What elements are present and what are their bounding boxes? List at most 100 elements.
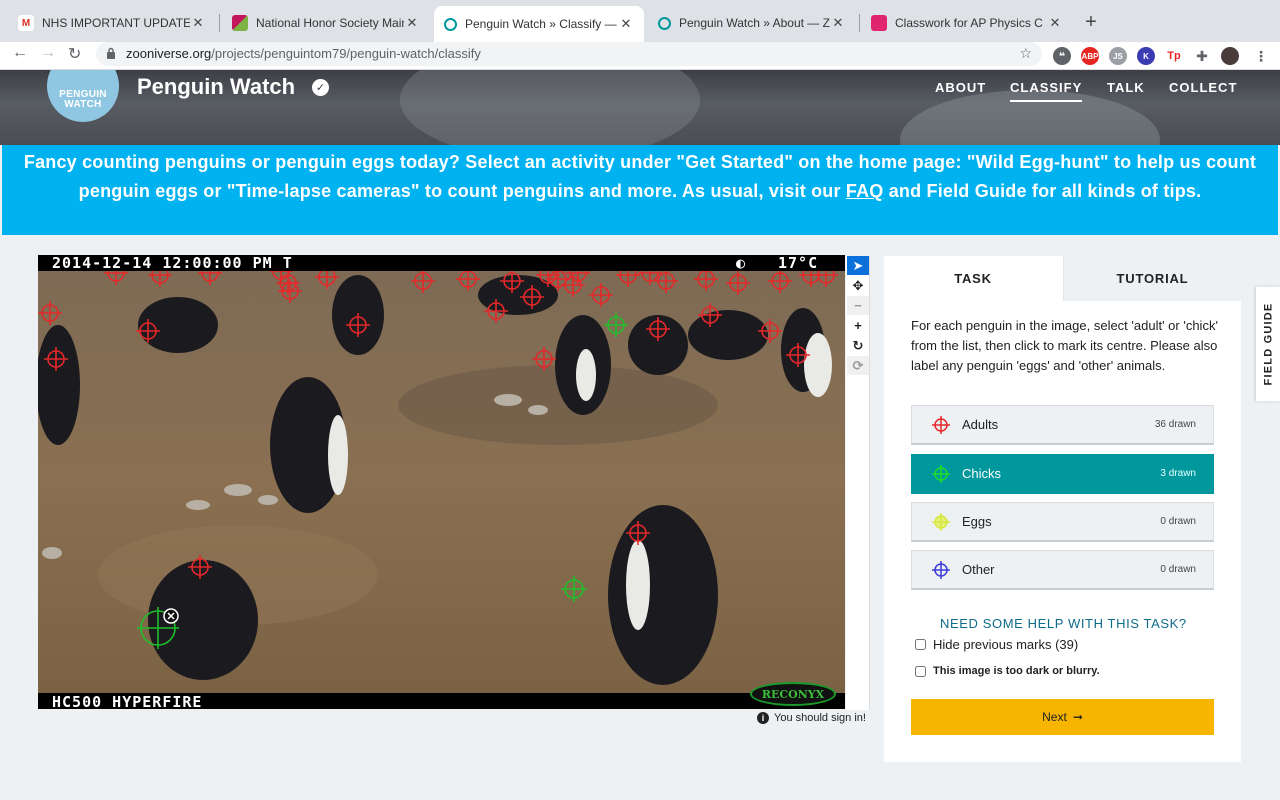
tab-divider <box>859 14 860 32</box>
quote-extension-icon[interactable]: ❝ <box>1053 47 1071 65</box>
subject-image-viewer[interactable]: 2014-12-14 12:00:00 PM T ◐ 17°C HC500 HY… <box>38 255 845 709</box>
new-tab-icon[interactable]: + <box>1080 11 1102 34</box>
adult-mark[interactable] <box>626 521 650 545</box>
adult-mark[interactable] <box>411 269 435 293</box>
adult-mark[interactable] <box>589 283 613 307</box>
chick-mark[interactable] <box>561 576 587 602</box>
classroom-icon <box>871 15 887 31</box>
next-button[interactable]: Next ➞ <box>911 699 1214 735</box>
chick-mark[interactable] <box>604 313 628 337</box>
tab-title: Penguin Watch » Classify — Zo <box>465 17 618 31</box>
k-extension-icon[interactable]: K <box>1137 47 1155 65</box>
project-logo[interactable]: PENGUIN WATCH <box>47 70 119 122</box>
adult-mark[interactable] <box>38 301 62 325</box>
project-title[interactable]: Penguin Watch <box>137 74 295 100</box>
adult-mark[interactable] <box>532 347 556 371</box>
tab-task[interactable]: TASK <box>884 256 1062 301</box>
back-icon[interactable]: ← <box>12 44 28 62</box>
js-extension-icon[interactable]: JS <box>1109 47 1127 65</box>
arrow-right-icon: ➞ <box>1072 710 1083 724</box>
adult-mark[interactable] <box>500 269 524 293</box>
tool-count: 36 drawn <box>1154 419 1196 430</box>
field-guide-tab[interactable]: FIELD GUIDE <box>1256 287 1280 401</box>
image-toolbar: ➤ ✥ − + ↻ ⟳ <box>846 256 870 710</box>
next-label: Next <box>1042 710 1067 724</box>
hide-marks-checkbox[interactable] <box>915 639 926 650</box>
adult-mark[interactable] <box>646 317 670 341</box>
too-dark-checkbox[interactable] <box>915 665 926 677</box>
browser-tab-penguin-classify[interactable]: Penguin Watch » Classify — Zo ✕ <box>434 6 644 42</box>
adult-mark[interactable] <box>561 273 585 297</box>
browser-tab-classwork-physics[interactable]: Classwork for AP Physics C Pe ✕ <box>861 8 1073 38</box>
tab-tutorial[interactable]: TUTORIAL <box>1063 256 1241 301</box>
adult-mark[interactable] <box>758 319 782 343</box>
browser-tab-penguin-about[interactable]: Penguin Watch » About — Zoo ✕ <box>648 8 856 38</box>
delete-mark-icon[interactable] <box>163 608 179 624</box>
tab-title: National Honor Society Maine I <box>256 16 404 30</box>
adult-mark[interactable] <box>698 303 722 327</box>
profile-avatar[interactable] <box>1221 47 1239 65</box>
bookmark-star-icon[interactable]: ☆ <box>1019 45 1032 62</box>
moon-phase-icon: ◐ <box>736 255 747 272</box>
tool-label: Chicks <box>962 466 1002 481</box>
zoom-in-icon[interactable]: + <box>847 316 869 335</box>
adult-mark[interactable] <box>726 271 750 295</box>
tool-eggs-button[interactable]: Eggs 0 drawn <box>911 502 1214 542</box>
adult-mark[interactable] <box>188 555 212 579</box>
tool-chicks-button[interactable]: Chicks 3 drawn <box>911 454 1214 494</box>
forward-icon[interactable]: → <box>40 44 56 62</box>
tool-count: 0 drawn <box>1160 564 1196 575</box>
close-tab-icon[interactable]: ✕ <box>830 15 846 31</box>
reset-view-icon[interactable]: ⟳ <box>847 356 869 375</box>
nav-classify[interactable]: CLASSIFY <box>1010 80 1083 102</box>
hide-marks-option[interactable]: Hide previous marks (39) <box>915 637 1078 652</box>
nav-about[interactable]: ABOUT <box>935 80 986 95</box>
adult-mark[interactable] <box>346 313 370 337</box>
close-tab-icon[interactable]: ✕ <box>618 16 634 32</box>
zoom-out-icon[interactable]: − <box>847 296 869 315</box>
close-tab-icon[interactable]: ✕ <box>1047 15 1063 31</box>
classification-marks-layer[interactable] <box>38 255 845 709</box>
adult-mark[interactable] <box>520 285 544 309</box>
verified-check-icon: ✓ <box>312 79 329 96</box>
adult-mark[interactable] <box>786 343 810 367</box>
lock-icon <box>107 47 115 59</box>
tool-label: Adults <box>962 417 999 432</box>
tool-other-button[interactable]: Other 0 drawn <box>911 550 1214 590</box>
nhs-icon <box>232 15 248 31</box>
adult-mark[interactable] <box>136 319 160 343</box>
sign-in-notice[interactable]: i You should sign in! <box>757 712 866 724</box>
reload-icon[interactable]: ↻ <box>68 44 81 64</box>
crosshair-icon <box>932 415 950 434</box>
adblock-extension-icon[interactable]: ABP <box>1081 47 1099 65</box>
tp-extension-icon[interactable]: Tp <box>1165 47 1183 65</box>
menu-kebab-icon[interactable]: ⋮ <box>1252 47 1270 65</box>
too-dark-option[interactable]: This image is too dark or blurry. <box>915 665 1100 677</box>
hide-marks-label: Hide previous marks (39) <box>933 637 1079 652</box>
adult-mark[interactable] <box>44 347 68 371</box>
too-dark-label: This image is too dark or blurry. <box>933 665 1100 677</box>
close-tab-icon[interactable]: ✕ <box>404 15 420 31</box>
browser-tab-nhs-updates[interactable]: M NHS IMPORTANT UPDATES - i ✕ <box>8 8 216 38</box>
extensions-puzzle-icon[interactable]: ✚ <box>1193 47 1211 65</box>
pan-tool-icon[interactable]: ✥ <box>847 276 869 295</box>
adult-mark[interactable] <box>484 299 508 323</box>
logo-text-line2: WATCH <box>64 99 102 110</box>
pointer-tool-icon[interactable]: ➤ <box>847 256 869 275</box>
close-tab-icon[interactable]: ✕ <box>190 15 206 31</box>
zooniverse-icon <box>444 17 457 31</box>
tool-adults-button[interactable]: Adults 36 drawn <box>911 405 1214 445</box>
nav-talk[interactable]: TALK <box>1107 80 1145 95</box>
nav-collect[interactable]: COLLECT <box>1169 80 1237 95</box>
task-help-link[interactable]: NEED SOME HELP WITH THIS TASK? <box>940 616 1187 631</box>
browser-tab-national-honor-society[interactable]: National Honor Society Maine I ✕ <box>222 8 430 38</box>
adult-mark[interactable] <box>768 269 792 293</box>
rotate-icon[interactable]: ↻ <box>847 336 869 355</box>
url-host: zooniverse.org <box>126 46 212 61</box>
url-field[interactable]: zooniverse.org/projects/penguintom79/pen… <box>96 42 1042 66</box>
project-header: PENGUIN WATCH Penguin Watch ✓ ABOUT CLAS… <box>0 70 1280 145</box>
task-panel: TASK TUTORIAL For each penguin in the im… <box>884 256 1241 762</box>
crosshair-icon <box>932 512 950 531</box>
browser-tab-bar: M NHS IMPORTANT UPDATES - i ✕ National H… <box>0 0 1280 42</box>
faq-link[interactable]: FAQ <box>846 181 884 201</box>
